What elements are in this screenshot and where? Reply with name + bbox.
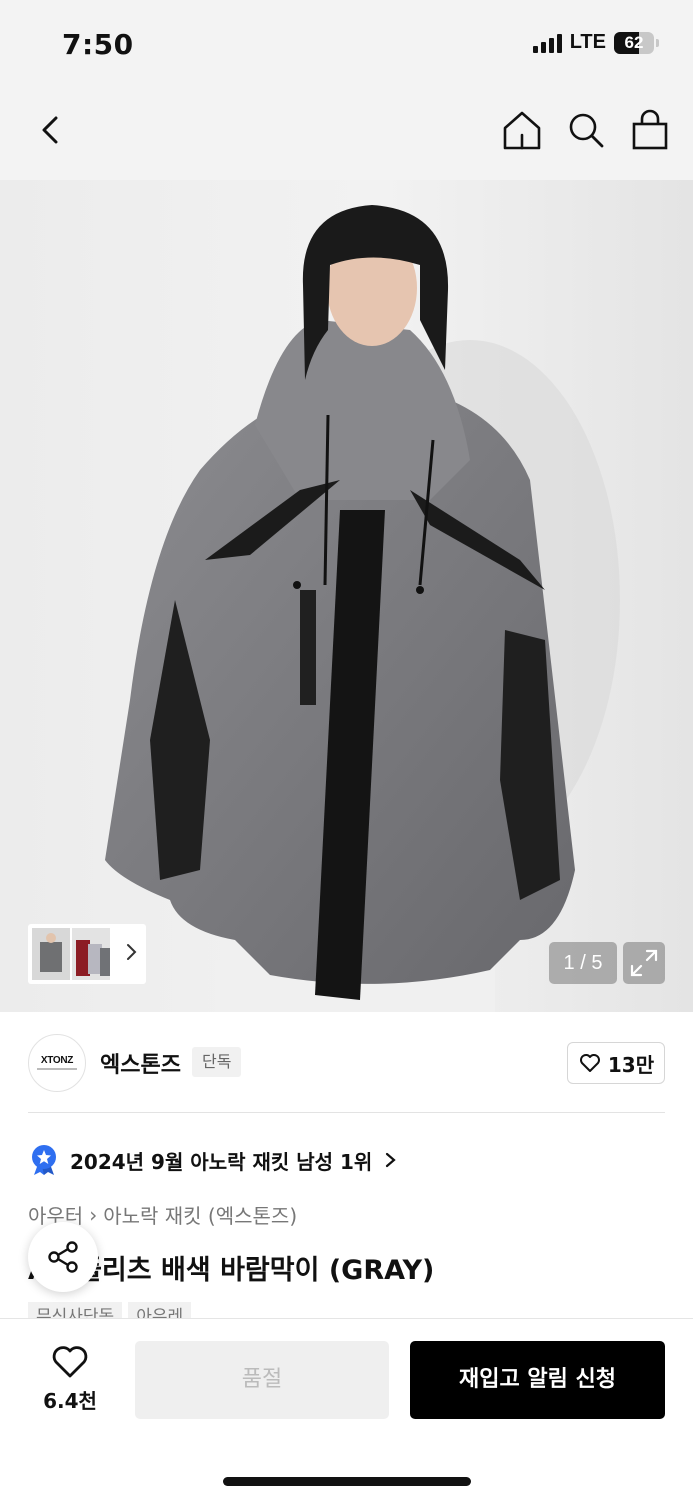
battery-cap — [656, 38, 659, 47]
network-label: LTE — [569, 31, 606, 53]
brand-name[interactable]: 엑스톤즈 — [100, 1047, 181, 1079]
brand-row: XTONZ 엑스톤즈 단독 13만 — [28, 1034, 665, 1092]
product-image-gallery[interactable]: 1 / 5 — [0, 180, 693, 1012]
search-icon[interactable] — [565, 108, 607, 152]
bottom-action-bar: 6.4천 품절 재입고 알림 신청 — [0, 1318, 693, 1500]
home-indicator[interactable] — [223, 1477, 471, 1486]
brand-logo-line — [37, 1068, 77, 1070]
heart-icon — [579, 1054, 600, 1072]
signal-icon — [532, 33, 562, 53]
exclusive-badge: 단독 — [192, 1047, 242, 1077]
medal-icon — [32, 1145, 56, 1175]
thumbnail-2[interactable] — [72, 928, 110, 980]
brand-like-button[interactable]: 13만 — [567, 1042, 665, 1084]
divider — [28, 1112, 665, 1113]
brand-logo[interactable]: XTONZ — [28, 1034, 86, 1092]
battery-icon: 62 — [614, 31, 654, 54]
breadcrumb-separator: › — [89, 1202, 98, 1227]
soldout-button: 품절 — [135, 1341, 389, 1419]
wishlist-count: 6.4천 — [43, 1389, 97, 1413]
brand-logo-text: XTONZ — [40, 1055, 74, 1066]
status-bar: 7:50 LTE 62 — [0, 0, 693, 90]
wishlist-button[interactable]: 6.4천 — [30, 1345, 110, 1414]
ranking-link[interactable]: 2024년 9월 아노락 재킷 남성 1위 — [28, 1144, 398, 1176]
restock-alert-button[interactable]: 재입고 알림 신청 — [410, 1341, 665, 1419]
product-info: XTONZ 엑스톤즈 단독 13만 2024년 9월 아노락 재킷 남성 1위 … — [0, 1012, 693, 1332]
thumbnail-1[interactable] — [32, 928, 70, 980]
back-button[interactable] — [32, 110, 72, 150]
top-nav — [0, 90, 693, 180]
chevron-right-icon — [386, 1152, 397, 1168]
battery-level: 62 — [624, 32, 644, 52]
brand-like-count: 13만 — [607, 1052, 655, 1077]
thumbnail-strip[interactable] — [28, 924, 146, 984]
expand-icon — [630, 949, 658, 977]
expand-button[interactable] — [623, 942, 665, 984]
heart-icon — [52, 1346, 88, 1378]
product-photo — [0, 180, 693, 1012]
ranking-text: 2024년 9월 아노락 재킷 남성 1위 — [70, 1149, 373, 1174]
image-counter: 1 / 5 — [549, 942, 617, 984]
chevron-right-icon[interactable] — [124, 940, 140, 964]
shopping-bag-icon[interactable] — [629, 108, 671, 152]
share-icon — [48, 1241, 78, 1273]
breadcrumb-subcategory[interactable]: 아노락 재킷 (엑스톤즈) — [103, 1200, 297, 1229]
chevron-left-icon — [42, 116, 58, 144]
status-indicators: LTE 62 — [532, 31, 659, 54]
share-button[interactable] — [28, 1222, 98, 1292]
home-icon[interactable] — [501, 108, 543, 152]
status-time: 7:50 — [62, 28, 134, 61]
